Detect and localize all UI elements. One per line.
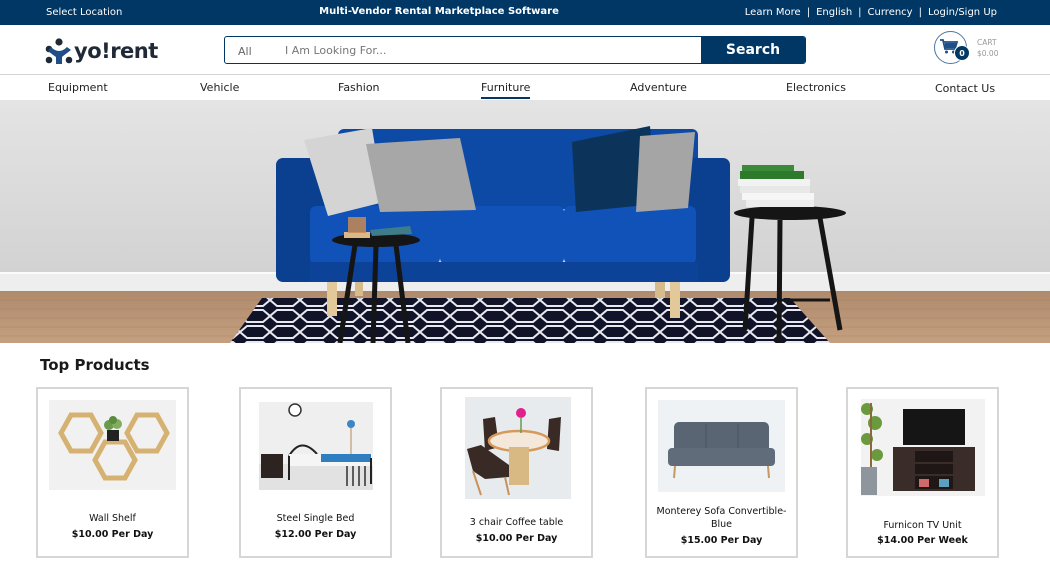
nav-item-fashion[interactable]: Fashion (338, 81, 380, 94)
nav-item-vehicle[interactable]: Vehicle (200, 81, 239, 94)
product-price: $15.00 Per Day (680, 535, 763, 546)
cart-label: CART (977, 37, 997, 47)
nav-item-equipment[interactable]: Equipment (48, 81, 108, 94)
login-signup-link[interactable]: Login/Sign Up (928, 7, 997, 18)
cart[interactable]: 0 CART $0.00 (934, 31, 998, 64)
logo-mark-icon (45, 38, 73, 64)
nav-item-electronics[interactable]: Electronics (786, 81, 846, 94)
product-image (861, 399, 985, 496)
product-price: $10.00 Per Day (71, 529, 154, 540)
header: yo!rent All Search 0 CART $0.00 (0, 25, 1050, 75)
product-image (49, 400, 176, 490)
coffee-table-image (467, 408, 561, 496)
tv-unit-image (861, 403, 975, 495)
product-price: $12.00 Per Day (274, 529, 357, 540)
separator: | (858, 7, 862, 18)
hero-image (0, 100, 1050, 343)
category-nav: Equipment Vehicle Fashion Furniture Adve… (0, 75, 1050, 100)
separator: | (806, 7, 811, 18)
sofa-bed-image (668, 422, 775, 479)
top-bar: Select Location Multi-Vendor Rental Mark… (0, 0, 1050, 25)
product-card[interactable]: Wall Shelf $10.00 Per Day (36, 387, 189, 558)
search-bar: All Search (224, 36, 806, 64)
nav-item-adventure[interactable]: Adventure (630, 81, 687, 94)
logo-text: yo!rent (74, 39, 158, 63)
learn-more-link[interactable]: Learn More (745, 7, 801, 18)
cart-summary: CART $0.00 (977, 37, 998, 59)
steel-bed-image (259, 403, 373, 490)
product-name: Steel Single Bed (276, 513, 355, 524)
product-price: $10.00 Per Day (475, 533, 558, 544)
product-name: Monterey Sofa Convertible-Blue (656, 506, 787, 530)
language-link[interactable]: English (816, 7, 852, 18)
product-image (259, 402, 373, 490)
currency-link[interactable]: Currency (868, 7, 913, 18)
cart-amount: $0.00 (977, 48, 999, 58)
product-name: 3 chair Coffee table (469, 517, 564, 528)
top-products-heading: Top Products (40, 356, 150, 374)
search-category-select[interactable]: All (225, 37, 283, 63)
search-input[interactable] (283, 37, 701, 63)
product-name: Furnicon TV Unit (883, 520, 962, 531)
product-card[interactable]: 3 chair Coffee table $10.00 Per Day (440, 387, 593, 558)
product-image (465, 397, 571, 499)
nav-item-contact-us[interactable]: Contact Us (935, 82, 995, 95)
rug (230, 298, 830, 343)
cart-count-badge: 0 (954, 45, 970, 61)
wall-shelf-image (58, 412, 170, 481)
product-card[interactable]: Steel Single Bed $12.00 Per Day (239, 387, 392, 558)
logo[interactable]: yo!rent (45, 38, 158, 64)
hero-banner[interactable] (0, 100, 1050, 343)
product-card[interactable]: Monterey Sofa Convertible-Blue $15.00 Pe… (645, 387, 798, 558)
top-links: Learn More | English | Currency | Login/… (745, 7, 997, 18)
product-card[interactable]: Furnicon TV Unit $14.00 Per Week (846, 387, 999, 558)
product-price: $14.00 Per Week (877, 535, 968, 546)
separator: | (918, 7, 922, 18)
product-name: Wall Shelf (89, 513, 136, 524)
product-image (658, 400, 785, 492)
search-button[interactable]: Search (701, 37, 805, 63)
cart-icon-wrapper[interactable]: 0 (934, 31, 970, 64)
nav-item-furniture[interactable]: Furniture (481, 81, 531, 99)
